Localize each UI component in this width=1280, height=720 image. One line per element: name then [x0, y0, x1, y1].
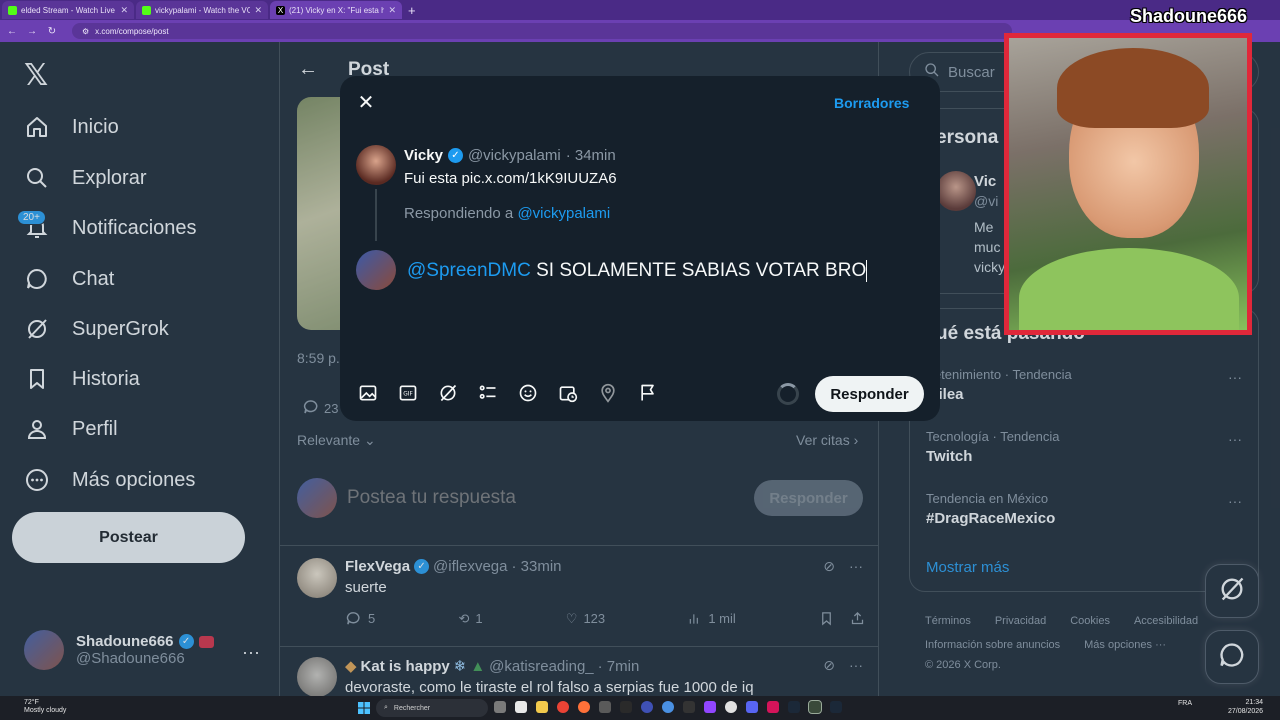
browser-tab-x[interactable]: X (21) Vicky en X: "Fui esta https ✕: [270, 1, 402, 19]
language-indicator[interactable]: FRA: [1178, 700, 1192, 707]
taskbar-search[interactable]: ⌕ Rechercher: [376, 699, 488, 717]
schedule-icon[interactable]: [556, 381, 580, 405]
app-icon[interactable]: [725, 701, 737, 713]
location-icon[interactable]: [596, 381, 620, 405]
app-icon[interactable]: [683, 701, 695, 713]
site-info-icon[interactable]: ⚙: [82, 27, 89, 36]
system-clock[interactable]: 21:34 27/08/2026: [1228, 698, 1263, 716]
forward-icon[interactable]: →: [26, 26, 38, 37]
gif-icon[interactable]: GIF: [396, 381, 420, 405]
weather-desc: Mostly cloudy: [24, 707, 67, 714]
text-caret: [866, 260, 868, 282]
app-icon[interactable]: [662, 701, 674, 713]
streamer-name-label: Shadoune666: [1130, 6, 1248, 26]
url-field[interactable]: ⚙ x.com/compose/post: [72, 23, 1012, 39]
twitch-icon[interactable]: [704, 701, 716, 713]
webcam-shirt: [1019, 248, 1239, 330]
browser-tab-bar: elded Stream - Watch Live on ✕ vickypala…: [0, 0, 1280, 20]
thread-line: [375, 189, 377, 241]
original-post-header: Vicky ✓ @vickypalami · 34min: [404, 147, 616, 164]
clock-time: 21:34: [1245, 699, 1264, 706]
reply-textarea[interactable]: @SpreenDMC SI SOLAMENTE SABIAS VOTAR BRO: [407, 260, 907, 282]
grok-icon[interactable]: [436, 381, 460, 405]
back-icon[interactable]: ←: [6, 26, 18, 37]
replying-mention[interactable]: @vickypalami: [517, 205, 610, 222]
taskbar-search-label: Rechercher: [393, 704, 431, 712]
replying-to: Respondiendo a @vickypalami: [404, 205, 610, 222]
app-icon[interactable]: [599, 701, 611, 713]
discord-icon[interactable]: [746, 701, 758, 713]
kick-icon: [8, 5, 17, 15]
kick-icon: [142, 5, 151, 15]
notes-app-icon[interactable]: [515, 701, 527, 713]
app-icon[interactable]: [620, 701, 632, 713]
close-icon[interactable]: ✕: [356, 92, 376, 114]
browser-tab-kick-1[interactable]: elded Stream - Watch Live on ✕: [2, 1, 134, 19]
close-tab-icon[interactable]: ✕: [120, 5, 128, 16]
replying-prefix: Respondiendo a: [404, 205, 514, 222]
weather-widget[interactable]: 72°F Mostly cloudy: [24, 699, 66, 715]
close-tab-icon[interactable]: ✕: [388, 5, 396, 16]
search-icon: ⌕: [384, 704, 388, 711]
character-counter-ring: [777, 383, 799, 405]
file-explorer-icon[interactable]: [536, 701, 548, 713]
svg-text:GIF: GIF: [403, 392, 413, 398]
reply-modal: ✕ Borradores Vicky ✓ @vickypalami · 34mi…: [340, 76, 940, 421]
drafts-button[interactable]: Borradores: [834, 95, 909, 111]
x-logo-icon: X: [276, 5, 285, 15]
app-icon[interactable]: [641, 701, 653, 713]
system-tray: FRA: [1178, 700, 1192, 707]
steam-icon[interactable]: [788, 701, 800, 713]
tab-title: vickypalami - Watch the VOD: [155, 5, 251, 15]
compose-toolbar: GIF: [356, 381, 660, 405]
app-icon[interactable]: [808, 700, 822, 714]
new-tab-button[interactable]: +: [408, 3, 416, 18]
reload-icon[interactable]: ↻: [46, 26, 58, 37]
url-text: x.com/compose/post: [95, 26, 169, 36]
weather-temp: 72°F: [24, 699, 39, 706]
original-post-text: Fui esta pic.x.com/1kK9IUUZA6: [404, 170, 617, 187]
tab-title: elded Stream - Watch Live on: [21, 5, 117, 15]
task-view-icon[interactable]: [494, 701, 506, 713]
webcam-hair: [1057, 48, 1209, 128]
avatar: [356, 250, 396, 290]
taskbar-apps: [494, 700, 842, 714]
poll-icon[interactable]: [476, 381, 500, 405]
original-author-name[interactable]: Vicky: [404, 147, 443, 164]
reply-mention[interactable]: @SpreenDMC: [407, 260, 531, 281]
original-time: · 34min: [565, 147, 616, 164]
avatar[interactable]: [356, 145, 396, 185]
original-handle[interactable]: @vickypalami: [468, 147, 561, 164]
windows-start-icon[interactable]: [358, 701, 370, 714]
verified-icon: ✓: [447, 148, 463, 163]
emoji-icon[interactable]: [516, 381, 540, 405]
reply-submit-button[interactable]: Responder: [815, 376, 924, 412]
image-icon[interactable]: [356, 381, 380, 405]
app-icon[interactable]: [767, 701, 779, 713]
close-tab-icon[interactable]: ✕: [254, 5, 262, 16]
reply-body: SI SOLAMENTE SABIAS VOTAR BRO: [530, 260, 867, 282]
tab-title: (21) Vicky en X: "Fui esta https: [289, 5, 385, 15]
clock-date: 27/08/2026: [1228, 708, 1264, 715]
browser-tab-kick-2[interactable]: vickypalami - Watch the VOD ✕: [136, 1, 268, 19]
flag-icon[interactable]: [636, 381, 660, 405]
firefox-icon[interactable]: [578, 701, 590, 713]
chrome-icon[interactable]: [557, 701, 569, 713]
streamer-webcam-overlay: [1004, 33, 1252, 335]
app-icon[interactable]: [830, 701, 842, 713]
os-taskbar: 72°F Mostly cloudy ⌕ Rechercher FRA 21:3…: [0, 696, 1280, 720]
